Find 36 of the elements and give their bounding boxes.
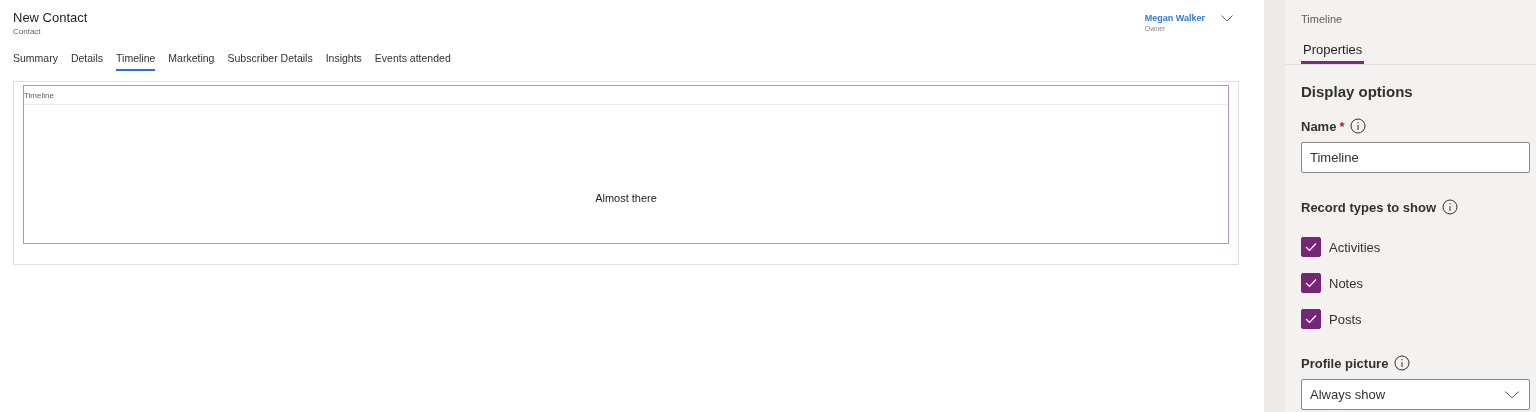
entity-label: Contact: [13, 27, 42, 36]
checkbox-label: Activities: [1329, 239, 1381, 255]
field-label: Profile picture: [1301, 355, 1389, 371]
name-input-field[interactable]: Timeline: [1301, 142, 1530, 173]
form-tab[interactable]: Insights: [325, 52, 362, 71]
form-tab[interactable]: Subscriber Details: [227, 52, 313, 71]
checkmark-icon: [1305, 314, 1317, 324]
checkbox-label: Notes: [1329, 275, 1363, 291]
form-tab[interactable]: Events attended: [374, 52, 451, 71]
form-tab[interactable]: Summary: [13, 52, 58, 71]
checkmark-icon: [1305, 242, 1317, 252]
info-icon[interactable]: [1350, 118, 1367, 134]
timeline-section[interactable]: Timeline Almost there: [23, 85, 1229, 244]
checkbox-label: Posts: [1329, 311, 1362, 327]
form-tab[interactable]: Details: [70, 52, 104, 71]
info-icon[interactable]: [1394, 355, 1411, 371]
profile-picture-dropdown[interactable]: Always show: [1301, 379, 1530, 410]
checkbox[interactable]: [1301, 309, 1321, 329]
chevron-down-icon: [1505, 390, 1519, 399]
loading-message: Almost there: [595, 192, 657, 204]
form-tab[interactable]: Marketing: [168, 52, 215, 71]
info-icon[interactable]: [1442, 199, 1459, 215]
field-label: Record types to show: [1301, 199, 1437, 215]
panel-tab[interactable]: Properties: [1301, 42, 1365, 64]
checkbox[interactable]: [1301, 273, 1321, 293]
panel-title: Timeline: [1300, 12, 1344, 25]
section-label: Timeline: [24, 91, 54, 100]
field-label: Name: [1301, 118, 1337, 134]
chevron-down-icon[interactable]: [1221, 15, 1233, 22]
required-mark: *: [1339, 118, 1345, 134]
checkbox[interactable]: [1301, 237, 1321, 257]
owner-link[interactable]: Megan Walker: [1144, 13, 1205, 23]
form-title: New Contact: [13, 10, 88, 25]
form-tab[interactable]: Timeline: [116, 52, 156, 71]
checkmark-icon: [1305, 278, 1317, 288]
panel-heading: Display options: [1301, 83, 1414, 100]
